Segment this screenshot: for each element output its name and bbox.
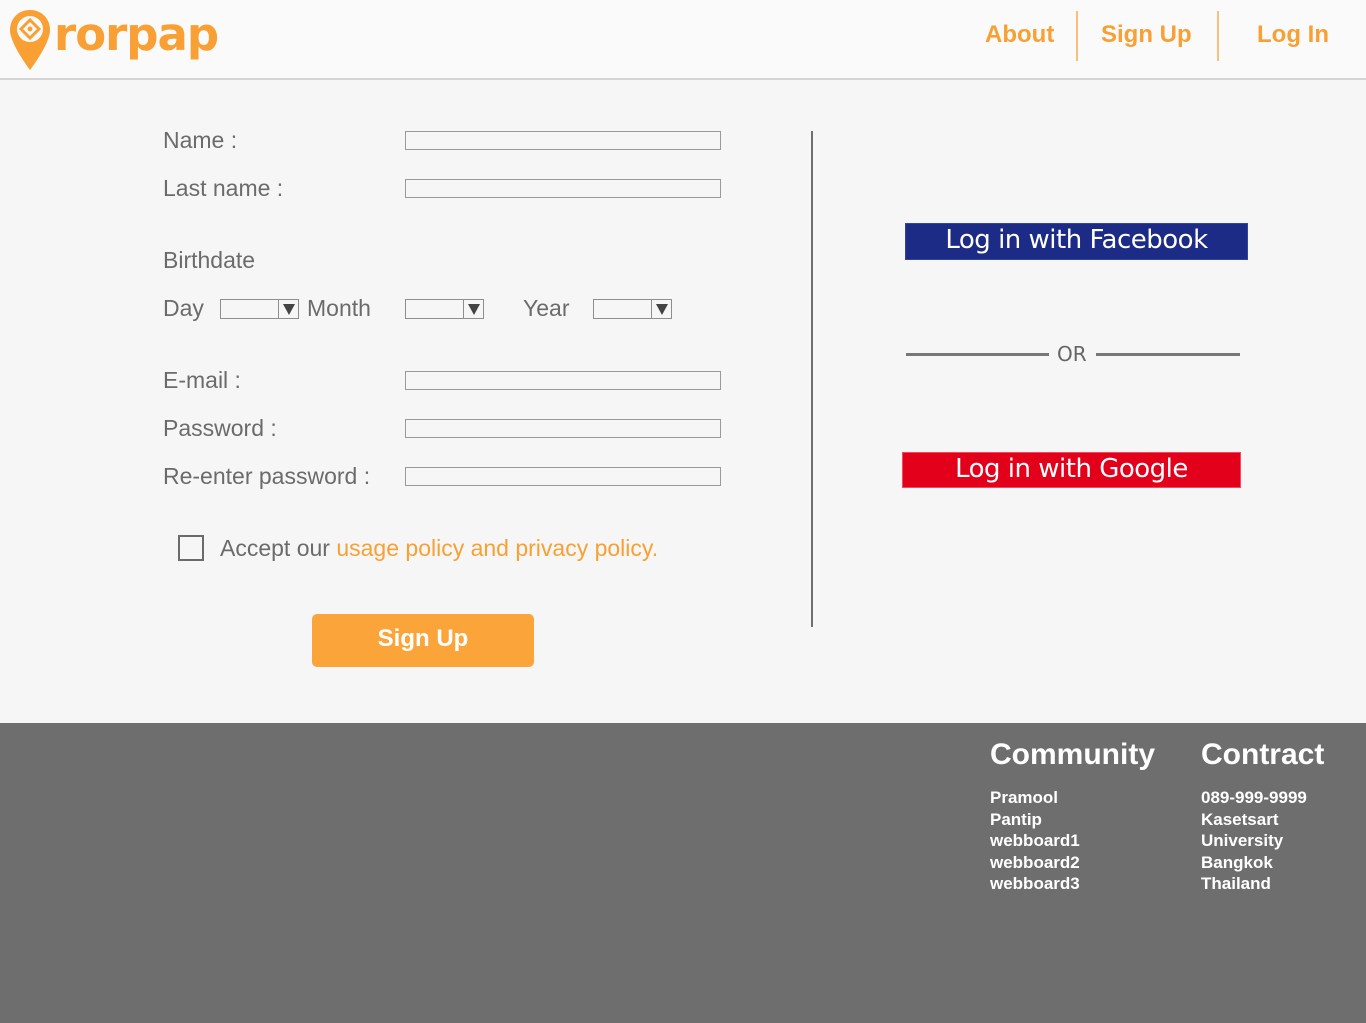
- community-item[interactable]: Pramool: [990, 787, 1080, 809]
- contract-item: Bangkok: [1201, 852, 1273, 872]
- brand-name: rorpap: [54, 8, 219, 61]
- footer: [0, 723, 1366, 1023]
- day-label: Day: [163, 295, 204, 321]
- name-label: Name :: [163, 127, 238, 153]
- facebook-login-button[interactable]: Log in with Facebook: [905, 223, 1248, 260]
- community-item[interactable]: webboard1: [990, 830, 1080, 852]
- or-divider-line: [906, 353, 1049, 356]
- contract-list: 089-999-9999 Kasetsart University Bangko…: [1201, 787, 1307, 895]
- nav-login-link[interactable]: Log In: [1257, 20, 1329, 50]
- dropdown-arrow-icon: [278, 300, 298, 318]
- vertical-divider: [811, 131, 813, 627]
- accept-policy-checkbox[interactable]: [178, 535, 204, 561]
- reenter-password-label: Re-enter password :: [163, 463, 371, 489]
- nav-divider: [1076, 11, 1078, 61]
- lastname-label: Last name :: [163, 175, 284, 201]
- nav-divider: [1217, 11, 1219, 61]
- community-title: Community: [990, 738, 1155, 771]
- signup-button[interactable]: Sign Up: [312, 614, 534, 667]
- year-select[interactable]: [593, 299, 672, 319]
- google-login-button[interactable]: Log in with Google: [902, 452, 1241, 488]
- community-item[interactable]: webboard2: [990, 852, 1080, 874]
- contract-title: Contract: [1201, 738, 1325, 771]
- logo[interactable]: rorpap: [8, 8, 219, 72]
- nav-about-link[interactable]: About: [985, 20, 1054, 50]
- accept-policy-text: Accept our usage policy and privacy poli…: [220, 534, 658, 562]
- year-label: Year: [523, 295, 570, 321]
- birthdate-label: Birthdate: [163, 247, 256, 273]
- or-divider-line: [1096, 353, 1240, 356]
- contract-item: Kasetsart: [1201, 809, 1279, 829]
- community-item[interactable]: webboard3: [990, 873, 1080, 895]
- contract-item: Thailand: [1201, 874, 1271, 894]
- email-input[interactable]: [405, 371, 721, 390]
- contract-item: University: [1201, 831, 1284, 851]
- nav-signup-link[interactable]: Sign Up: [1101, 20, 1192, 50]
- name-input[interactable]: [405, 131, 721, 150]
- community-item[interactable]: Pantip: [990, 809, 1080, 831]
- location-pin-icon: [10, 10, 50, 70]
- month-select[interactable]: [405, 299, 484, 319]
- lastname-input[interactable]: [405, 179, 721, 198]
- email-label: E-mail :: [163, 367, 241, 393]
- accept-label: Accept our: [220, 535, 337, 561]
- password-label: Password :: [163, 415, 277, 441]
- dropdown-arrow-icon: [463, 300, 483, 318]
- reenter-password-input[interactable]: [405, 467, 721, 486]
- contract-item: 089-999-9999: [1201, 788, 1307, 807]
- community-list: Pramool Pantip webboard1 webboard2 webbo…: [990, 787, 1080, 895]
- month-label: Month: [307, 295, 371, 321]
- dropdown-arrow-icon: [651, 300, 671, 318]
- or-text: OR: [1057, 342, 1087, 366]
- password-input[interactable]: [405, 419, 721, 438]
- header: rorpap About Sign Up Log In: [0, 0, 1366, 80]
- policy-link[interactable]: usage policy and privacy policy.: [336, 535, 658, 561]
- day-select[interactable]: [220, 299, 299, 319]
